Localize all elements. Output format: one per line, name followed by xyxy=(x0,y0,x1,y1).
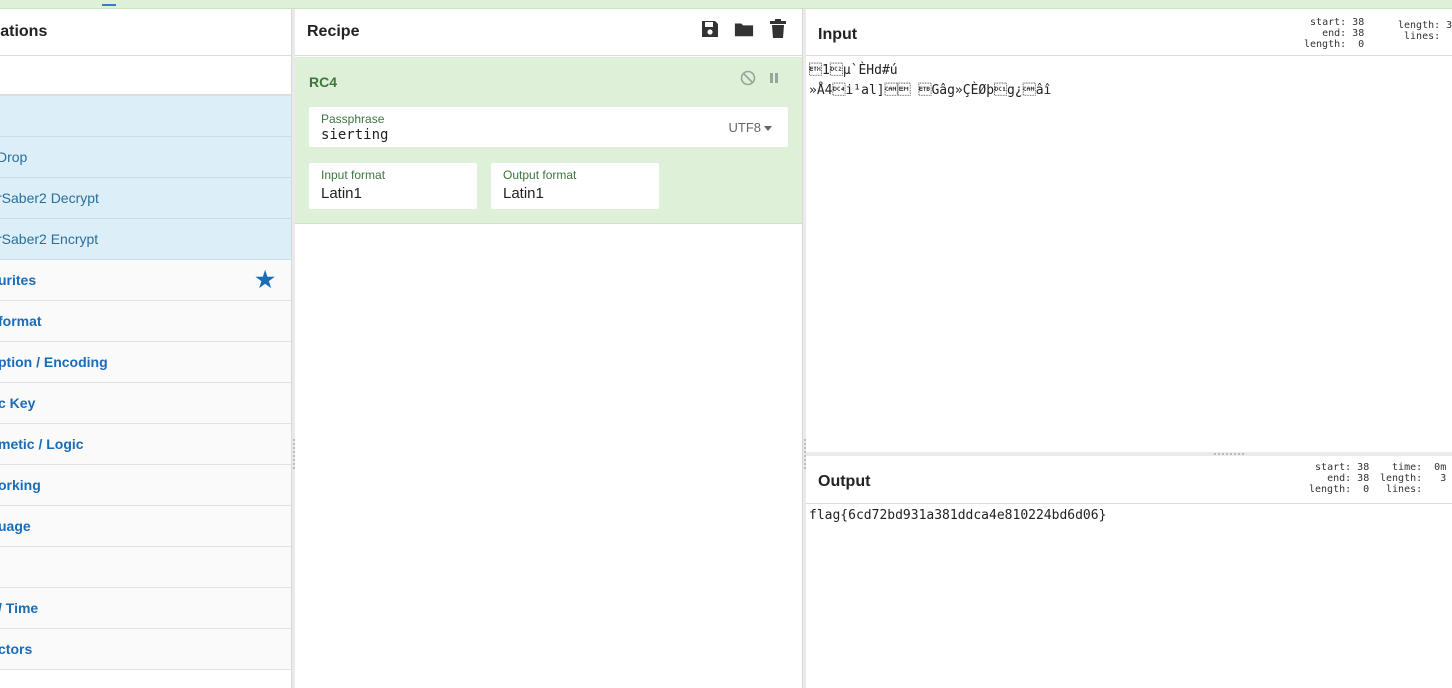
input-title: Input xyxy=(818,26,858,43)
folder-icon[interactable] xyxy=(734,19,754,39)
output-textarea[interactable]: flag{6cd72bd931a381ddca4e810224bd6d06} xyxy=(809,506,1106,526)
disable-icon[interactable] xyxy=(740,70,756,86)
chevron-down-icon xyxy=(764,126,772,132)
passphrase-field[interactable]: Passphrase sierting UTF8 xyxy=(309,107,788,147)
category-item-label: metic / Logic xyxy=(0,436,84,452)
top-banner-link-underline xyxy=(102,4,116,6)
input-header: Input start: 38 end: 38 length: 0 length… xyxy=(806,9,1452,56)
passphrase-encoding-label: UTF8 xyxy=(728,120,762,135)
input-format-dropdown[interactable]: Input format Latin1 xyxy=(309,163,477,209)
star-icon: ★ xyxy=(255,267,275,292)
operations-search-input[interactable] xyxy=(0,56,291,96)
save-icon[interactable] xyxy=(700,19,720,39)
operations-header: rations xyxy=(0,9,291,56)
category-item[interactable]: ption / Encoding xyxy=(0,342,291,383)
output-format-value: Latin1 xyxy=(503,185,544,202)
category-item[interactable]: uage xyxy=(0,506,291,547)
input-textarea[interactable]: 1µ`ÈHd#ú »Å4i¹al] Gâg»ÇÈØþg¿âî xyxy=(809,61,1051,101)
category-item[interactable]: c Key xyxy=(0,383,291,424)
trash-icon[interactable] xyxy=(768,19,788,39)
top-banner xyxy=(0,0,1452,9)
category-item[interactable]: orking xyxy=(0,465,291,506)
pause-icon[interactable] xyxy=(768,70,780,86)
operation-list-item[interactable] xyxy=(0,96,291,137)
input-format-label: Input format xyxy=(321,168,386,182)
input-stats-lines: length: 3 lines: xyxy=(1398,20,1452,42)
operation-list-item-label: rSaber2 Decrypt xyxy=(0,190,99,206)
category-item-label: ctors xyxy=(0,641,33,657)
recipe-title: Recipe xyxy=(307,23,360,40)
recipe-header: Recipe xyxy=(295,9,802,56)
category-item-label: c Key xyxy=(0,395,36,411)
rc4-operation[interactable]: RC4 Passphrase sierting UTF8 Input forma… xyxy=(295,57,802,224)
passphrase-value: sierting xyxy=(321,127,389,143)
operations-panel: rations Drop rSaber2 Decrypt rSaber2 Encry… xyxy=(0,9,291,688)
operation-list-item-label: rSaber2 Encrypt xyxy=(0,231,99,247)
category-item-label: uage xyxy=(0,518,31,534)
output-stats-time: time: 0m length: 3 lines: xyxy=(1380,462,1447,495)
output-format-dropdown[interactable]: Output format Latin1 xyxy=(491,163,659,209)
category-item[interactable]: metic / Logic xyxy=(0,424,291,465)
passphrase-encoding-dropdown[interactable]: UTF8 xyxy=(728,120,772,135)
recipe-panel: Recipe RC4 Passphrase sierting UTF8 Inpu… xyxy=(295,9,802,688)
operation-list-item[interactable]: Drop xyxy=(0,137,291,178)
category-item[interactable]: urites ★ xyxy=(0,260,291,301)
output-format-label: Output format xyxy=(503,168,577,182)
category-item-label: / Time xyxy=(0,600,39,616)
input-stats: start: 38 end: 38 length: 0 xyxy=(1304,17,1365,50)
category-item[interactable]: / Time xyxy=(0,588,291,629)
operation-list-item[interactable]: rSaber2 Decrypt xyxy=(0,178,291,219)
operation-list-item-label: Drop xyxy=(0,149,28,165)
category-item[interactable]: format xyxy=(0,301,291,342)
category-item[interactable] xyxy=(0,547,291,588)
input-format-value: Latin1 xyxy=(321,185,362,202)
operation-name: RC4 xyxy=(309,74,338,90)
output-stats: start: 38 end: 38 length: 0 xyxy=(1309,462,1370,495)
io-panel: Input start: 38 end: 38 length: 0 length… xyxy=(806,9,1452,688)
passphrase-label: Passphrase xyxy=(321,112,385,126)
category-item-label: ption / Encoding xyxy=(0,354,108,370)
category-item[interactable]: ctors xyxy=(0,629,291,670)
output-header: Output start: 38 end: 38 length: 0 time:… xyxy=(806,456,1452,504)
category-item-label: urites xyxy=(0,272,37,288)
category-item-label: orking xyxy=(0,477,41,493)
operations-title: rations xyxy=(0,23,48,40)
output-title: Output xyxy=(818,473,871,490)
category-item-label: format xyxy=(0,313,42,329)
operation-list-item[interactable]: rSaber2 Encrypt xyxy=(0,219,291,260)
